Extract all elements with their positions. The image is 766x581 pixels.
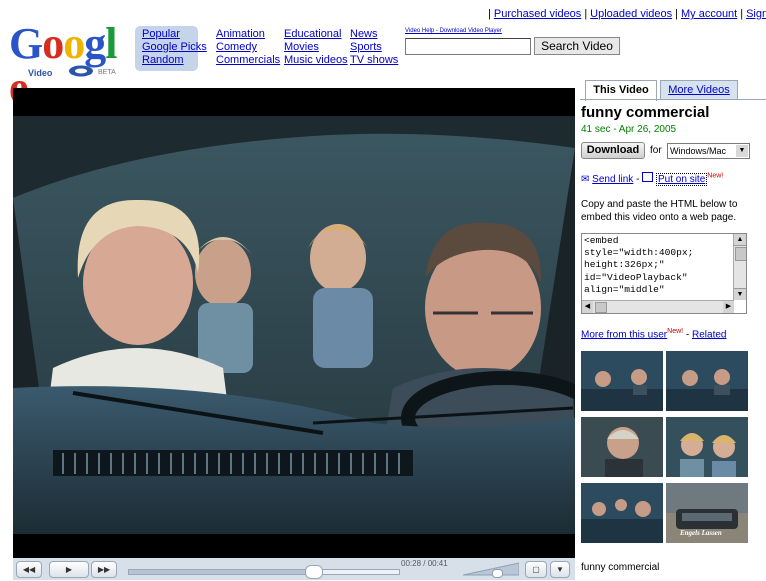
video-reel-icon	[69, 65, 93, 77]
download-button[interactable]: Download	[581, 142, 645, 159]
new-badge-2: New!	[667, 328, 684, 335]
embed-instructions-line-2: embed this video onto a web page.	[581, 212, 737, 223]
thumbnail-image	[666, 417, 748, 477]
tab-more-videos-label[interactable]: More Videos	[668, 84, 730, 96]
category-random[interactable]: Random	[142, 54, 184, 66]
envelope-icon: ✉	[581, 174, 590, 185]
sign-out-link[interactable]: Sign out	[746, 8, 766, 20]
download-player-link[interactable]: Download Video Player	[440, 28, 502, 34]
video-thumbnail[interactable]	[581, 483, 663, 543]
uploaded-videos-link[interactable]: Uploaded videos	[590, 8, 672, 20]
account-links: | Purchased videos | Uploaded videos | My acc…	[485, 8, 766, 20]
thumbnail-image	[666, 351, 748, 411]
scroll-left-icon[interactable]: ◀	[582, 301, 593, 313]
category-animation[interactable]: Animation	[216, 28, 265, 40]
chevron-down-icon[interactable]: ▼	[736, 145, 748, 157]
related-link[interactable]: Related	[692, 329, 726, 340]
menu-icon[interactable]: ▼	[550, 561, 570, 578]
embed-instructions-line-1: Copy and paste the HTML below to	[581, 199, 738, 210]
time-display: 00:28 / 00:41	[401, 559, 448, 568]
progress-track[interactable]	[128, 565, 400, 579]
progress-fill	[129, 570, 313, 574]
vertical-scrollbar[interactable]: ▲ ▼	[733, 234, 746, 300]
my-account-link[interactable]: My account	[681, 8, 737, 20]
scroll-thumb[interactable]	[735, 247, 746, 261]
rewind-icon[interactable]: ◀◀	[16, 561, 42, 578]
category-google-picks[interactable]: Google Picks	[142, 41, 207, 53]
embed-instructions: Copy and paste the HTML below to embed t…	[581, 198, 737, 224]
video-player[interactable]	[13, 88, 575, 558]
scroll-down-icon[interactable]: ▼	[734, 288, 746, 300]
thumbnail-image	[581, 417, 663, 477]
category-column-3: Educational Movies Music videos	[284, 28, 348, 67]
thumbnail-image	[581, 483, 663, 543]
help-links: Video Help - Download Video Player	[405, 28, 502, 34]
send-link[interactable]: Send link	[592, 174, 633, 185]
put-on-site-link[interactable]: Put on site	[656, 173, 708, 186]
category-educational[interactable]: Educational	[284, 28, 342, 40]
download-for-label: for	[650, 145, 662, 156]
google-video-logo[interactable]: Google Video BETA	[9, 22, 133, 110]
embed-code-text: <embed style="width:400px; height:326px;…	[584, 235, 694, 295]
platform-select[interactable]: Windows/Mac ▼	[667, 143, 750, 159]
category-column-2: Animation Comedy Commercials	[216, 28, 280, 67]
logo-video-label: Video	[28, 68, 53, 78]
player-controls: ◀◀ ▶ ▶▶ 00:28 / 00:41 ▢ ▼	[13, 558, 575, 580]
play-icon[interactable]: ▶	[49, 561, 89, 578]
search-video-button[interactable]: Search Video	[534, 37, 620, 55]
category-comedy[interactable]: Comedy	[216, 41, 257, 53]
video-help-link[interactable]: Video Help	[405, 28, 434, 34]
category-sports[interactable]: Sports	[350, 41, 382, 53]
search-input[interactable]	[405, 38, 531, 55]
category-column-4: News Sports TV shows	[350, 28, 398, 67]
video-meta: 41 sec - Apr 26, 2005	[581, 124, 677, 135]
video-thumbnail[interactable]	[581, 417, 663, 477]
search-area: Video Help - Download Video Player Searc…	[405, 28, 620, 55]
horizontal-scrollbar[interactable]: ◀ ▶	[582, 300, 734, 313]
new-badge: New!	[707, 172, 724, 180]
share-row: ✉ Send link - Put on site New!	[581, 172, 724, 186]
category-popular[interactable]: Popular	[142, 28, 180, 40]
volume-slider[interactable]	[462, 562, 520, 578]
fullscreen-icon[interactable]: ▢	[525, 561, 547, 578]
category-commercials[interactable]: Commercials	[216, 54, 280, 66]
thumbnail-image	[581, 351, 663, 411]
tab-divider	[580, 99, 766, 100]
video-frame-image	[13, 88, 575, 558]
purchased-videos-link[interactable]: Purchased videos	[494, 8, 581, 20]
video-thumbnail[interactable]: Engels Lassen	[666, 483, 748, 543]
more-from-user-row: More from this userNew! - Related	[581, 328, 727, 341]
volume-handle[interactable]	[491, 569, 503, 578]
tab-more-videos[interactable]: More Videos	[660, 80, 738, 99]
category-column-1: Popular Google Picks Random	[135, 26, 207, 71]
scroll-thumb-horizontal[interactable]	[595, 302, 607, 313]
progress-handle[interactable]	[304, 565, 323, 579]
video-title: funny commercial	[581, 104, 710, 121]
video-thumbnail[interactable]	[666, 417, 748, 477]
category-movies[interactable]: Movies	[284, 41, 319, 53]
video-thumbnail[interactable]	[581, 351, 663, 411]
more-from-user-link[interactable]: More from this user	[581, 329, 667, 340]
category-music-videos[interactable]: Music videos	[284, 54, 348, 66]
category-news[interactable]: News	[350, 28, 378, 40]
embed-code-textarea[interactable]: <embed style="width:400px; height:326px;…	[581, 233, 747, 314]
embed-icon	[642, 172, 654, 182]
category-tv-shows[interactable]: TV shows	[350, 54, 398, 66]
scroll-up-icon[interactable]: ▲	[734, 234, 746, 246]
tab-this-video[interactable]: This Video	[585, 80, 657, 101]
logo-beta-label: BETA	[98, 69, 116, 76]
fast-forward-icon[interactable]: ▶▶	[91, 561, 117, 578]
scroll-right-icon[interactable]: ▶	[723, 301, 734, 313]
video-thumbnail[interactable]	[666, 351, 748, 411]
thumbnail-overlay-text: Engels Lassen	[680, 529, 722, 537]
platform-select-value: Windows/Mac	[670, 146, 727, 156]
thumbnail-caption: funny commercial	[581, 562, 660, 573]
